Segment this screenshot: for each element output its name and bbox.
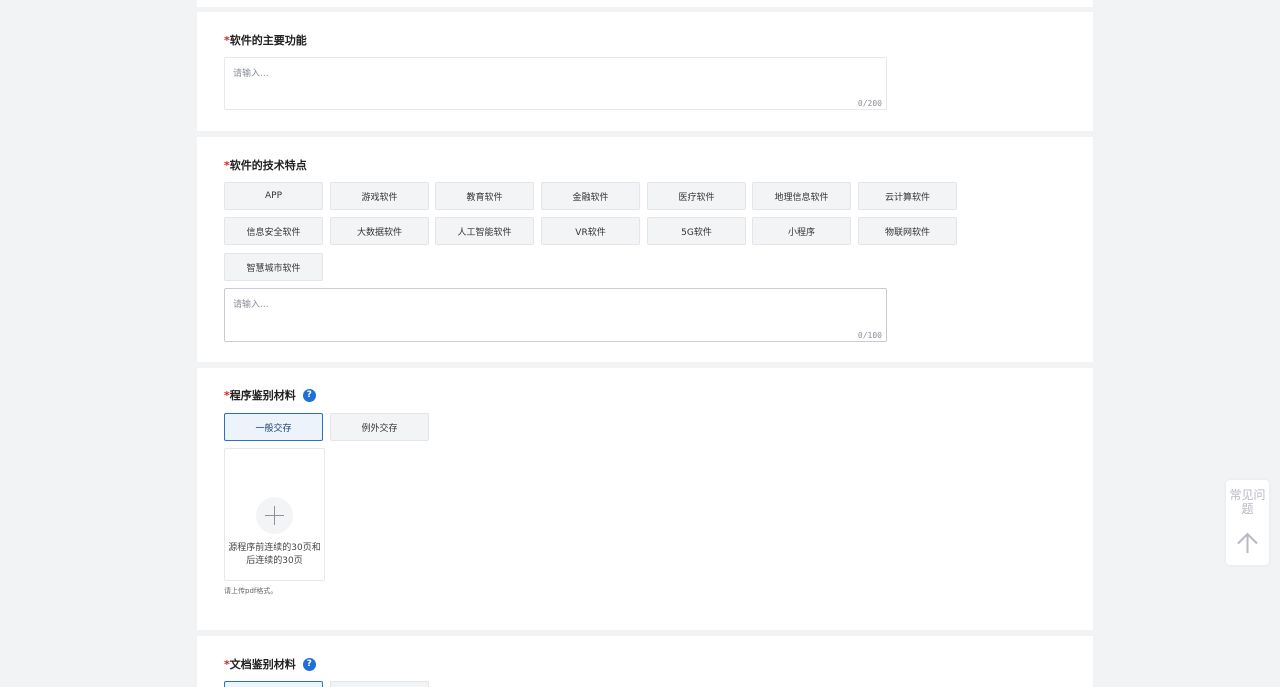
- doc-option-2[interactable]: [330, 681, 429, 687]
- tech-features-title-text: 软件的技术特点: [229, 159, 307, 172]
- option-general-deposit[interactable]: 一般交存: [224, 413, 323, 441]
- tag-medical-software[interactable]: 医疗软件: [647, 182, 746, 210]
- doc-material-title-text: 文档鉴别材料: [229, 658, 296, 671]
- tech-features-title: * 软件的技术特点: [224, 157, 307, 173]
- tag-game-software[interactable]: 游戏软件: [330, 182, 429, 210]
- program-material-section: * 程序鉴别材料 ? 一般交存 例外交存 源程序前连续的30页和后连续的30页 …: [197, 368, 1093, 630]
- option-exception-deposit[interactable]: 例外交存: [330, 413, 429, 441]
- main-function-counter: 0/200: [857, 99, 882, 108]
- tag-iot-software[interactable]: 物联网软件: [858, 217, 957, 245]
- tag-cloud-software[interactable]: 云计算软件: [858, 182, 957, 210]
- tech-features-counter: 0/100: [857, 331, 882, 340]
- tag-smart-city-software[interactable]: 智慧城市软件: [224, 253, 323, 281]
- tech-features-placeholder: 请输入...: [233, 300, 269, 310]
- program-material-title-text: 程序鉴别材料: [229, 389, 296, 402]
- program-material-title: * 程序鉴别材料 ?: [224, 387, 316, 403]
- doc-option-1[interactable]: [224, 681, 323, 687]
- tag-mini-program[interactable]: 小程序: [752, 217, 851, 245]
- tag-app[interactable]: APP: [224, 182, 323, 210]
- tag-ai-software[interactable]: 人工智能软件: [435, 217, 534, 245]
- tech-features-section: * 软件的技术特点 APP 游戏软件 教育软件 金融软件 医疗软件 地理信息软件…: [197, 137, 1093, 362]
- tag-bigdata-software[interactable]: 大数据软件: [330, 217, 429, 245]
- main-function-section: * 软件的主要功能 请输入... 0/200: [197, 12, 1093, 131]
- arrow-up-icon[interactable]: [1236, 532, 1259, 554]
- main-function-placeholder: 请输入...: [233, 69, 269, 79]
- tag-security-software[interactable]: 信息安全软件: [224, 217, 323, 245]
- tag-education-software[interactable]: 教育软件: [435, 182, 534, 210]
- help-icon[interactable]: ?: [302, 657, 316, 671]
- tag-finance-software[interactable]: 金融软件: [541, 182, 640, 210]
- help-icon[interactable]: ?: [302, 388, 316, 402]
- tag-vr-software[interactable]: VR软件: [541, 217, 640, 245]
- doc-material-title: * 文档鉴别材料 ?: [224, 656, 316, 672]
- previous-section-card: [197, 0, 1093, 7]
- upload-box[interactable]: 源程序前连续的30页和后连续的30页: [224, 448, 325, 581]
- upload-description: 源程序前连续的30页和后连续的30页: [228, 543, 321, 566]
- tech-features-textarea[interactable]: 请输入... 0/100: [224, 288, 887, 342]
- main-function-title: * 软件的主要功能: [224, 32, 307, 48]
- floating-panel: 常见问题: [1226, 480, 1269, 565]
- main-function-textarea[interactable]: 请输入... 0/200: [224, 57, 887, 110]
- faq-button[interactable]: 常见问题: [1226, 488, 1269, 516]
- upload-hint: 请上传pdf格式。: [224, 587, 278, 595]
- plus-icon: [256, 497, 293, 534]
- tag-5g-software[interactable]: 5G软件: [647, 217, 746, 245]
- main-function-title-text: 软件的主要功能: [229, 34, 307, 47]
- tag-gis-software[interactable]: 地理信息软件: [752, 182, 851, 210]
- doc-material-section: * 文档鉴别材料 ?: [197, 636, 1093, 687]
